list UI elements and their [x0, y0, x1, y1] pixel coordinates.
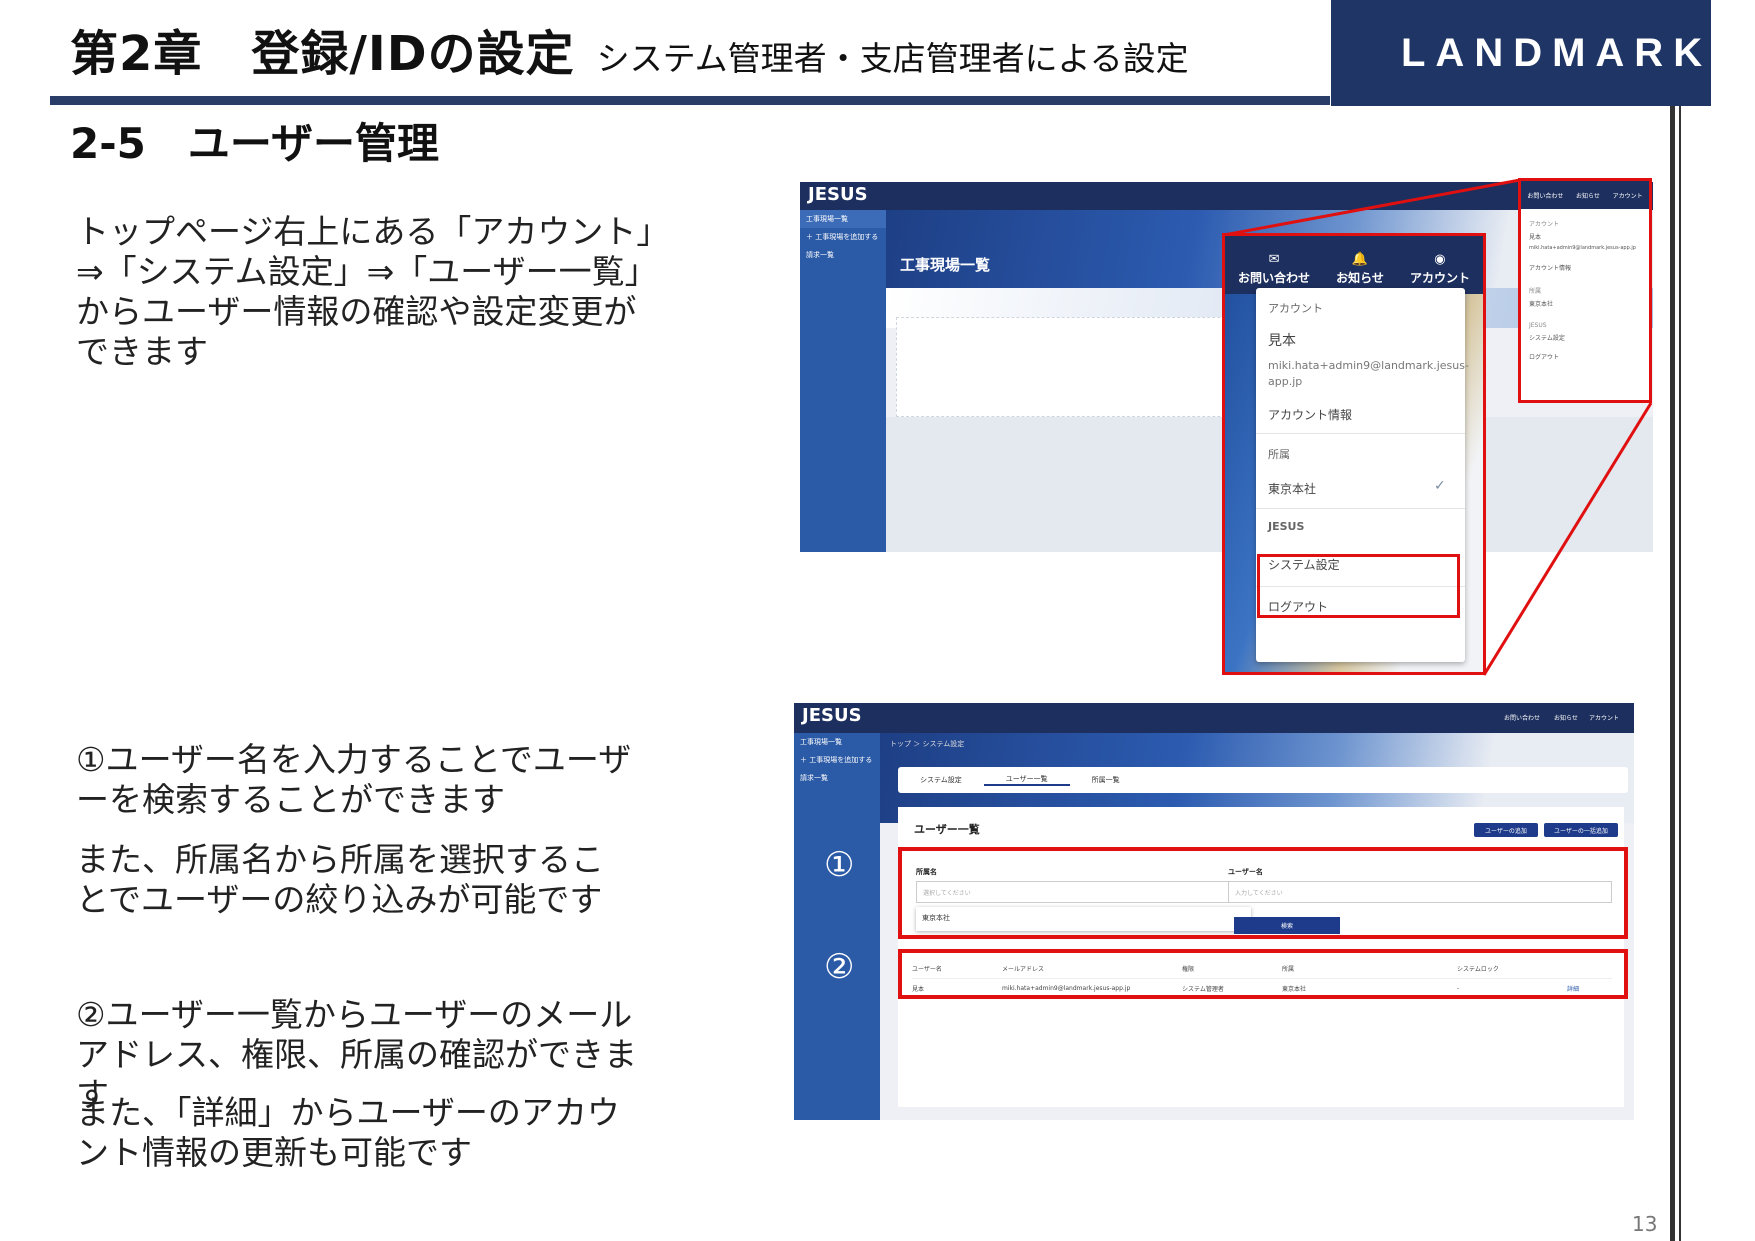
search-area-highlight	[898, 847, 1628, 939]
add-user-button[interactable]: ユーザーの追加	[1474, 823, 1538, 837]
notice-button[interactable]: 🔔 お知らせ	[1336, 252, 1384, 286]
menu-divider	[1256, 508, 1465, 509]
table-area-highlight	[898, 949, 1628, 999]
bell-icon: 🔔	[1351, 252, 1369, 267]
affiliation-item[interactable]: 東京本社	[1268, 480, 1316, 497]
bulk-add-button[interactable]: ユーザーの一括追加	[1544, 823, 1618, 837]
affiliation-caption: 所属	[1268, 448, 1290, 461]
app-sidebar: 工事現場一覧 ＋ 工事現場を追加する 請求一覧	[794, 733, 880, 1120]
contact-button[interactable]: ✉ お問い合わせ	[1238, 252, 1310, 286]
topbar-notice[interactable]: お知らせ	[1554, 713, 1578, 722]
sidebar-item-add-site[interactable]: ＋ 工事現場を追加する	[794, 751, 880, 769]
tab-user-list[interactable]: ユーザー一覧	[983, 774, 1070, 786]
breadcrumb[interactable]: トップ ＞ システム設定	[890, 739, 964, 749]
check-icon: ✓	[1434, 478, 1446, 494]
marker-one: ①	[824, 845, 855, 885]
account-info-item[interactable]: アカウント情報	[1268, 406, 1352, 423]
tab-system-settings[interactable]: システム設定	[898, 775, 984, 785]
sidebar-item-sites[interactable]: 工事現場一覧	[794, 733, 880, 751]
menu-divider	[1256, 433, 1465, 434]
mail-icon: ✉	[1268, 252, 1280, 267]
system-settings-highlight	[1257, 554, 1460, 618]
tab-affiliation-list[interactable]: 所属一覧	[1070, 775, 1142, 785]
contact-label: お問い合わせ	[1238, 271, 1311, 285]
panel-title: ユーザー一覧	[914, 823, 980, 836]
topbar-account[interactable]: アカウント	[1589, 713, 1619, 722]
account-label: アカウント	[1409, 271, 1470, 285]
topbar-contact[interactable]: お問い合わせ	[1504, 713, 1540, 722]
settings-tabs: システム設定 ユーザー一覧 所属一覧	[898, 767, 1628, 793]
account-button[interactable]: ◉ アカウント	[1410, 252, 1470, 286]
zoom-topbar: ✉ お問い合わせ 🔔 お知らせ ◉ アカウント	[1225, 236, 1483, 294]
notice-label: お知らせ	[1336, 271, 1384, 285]
user-name: 見本	[1268, 333, 1296, 349]
sidebar-item-invoices[interactable]: 請求一覧	[794, 769, 880, 787]
app-topbar: JESUS お問い合わせ お知らせ アカウント	[794, 703, 1634, 733]
user-circle-icon: ◉	[1434, 252, 1446, 267]
marker-two: ②	[824, 947, 855, 987]
jesus-caption: JESUS	[1268, 520, 1305, 533]
app-brand: JESUS	[802, 705, 862, 726]
account-caption: アカウント	[1268, 302, 1323, 315]
screenshot-user-list: JESUS お問い合わせ お知らせ アカウント 工事現場一覧 ＋ 工事現場を追加…	[794, 703, 1634, 1120]
user-email: miki.hata+admin9@landmark.jesus-app.jp	[1268, 359, 1469, 388]
